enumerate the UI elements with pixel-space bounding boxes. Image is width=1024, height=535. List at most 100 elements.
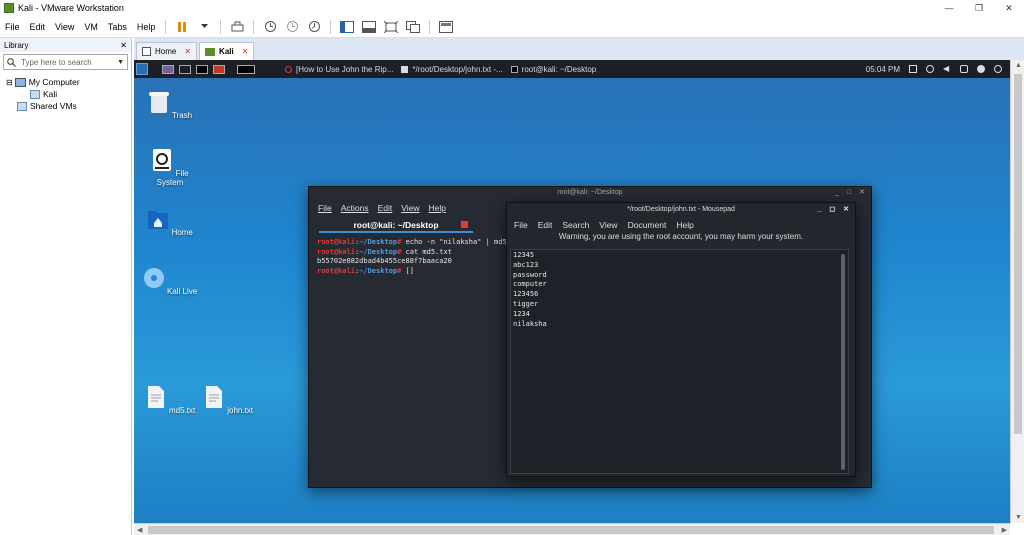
snapshot-manager-icon[interactable]	[307, 20, 321, 34]
scroll-right-icon[interactable]: ▶	[1002, 526, 1007, 534]
snapshot-icon[interactable]	[263, 20, 277, 34]
terminal-menu-actions[interactable]: Actions	[341, 203, 369, 213]
desktop-icon-home[interactable]: Home	[140, 207, 200, 237]
scroll-down-icon[interactable]: ▼	[1015, 514, 1022, 521]
text-line: 12345	[513, 251, 535, 259]
revert-snapshot-icon[interactable]	[285, 20, 299, 34]
mousepad-maximize-button[interactable]: ◻	[829, 203, 835, 217]
mousepad-minimize-button[interactable]: _	[817, 203, 821, 217]
scroll-up-icon[interactable]: ▲	[1015, 62, 1022, 69]
mousepad-menu-document[interactable]: Document	[628, 220, 667, 230]
mousepad-menu-search[interactable]: Search	[562, 220, 589, 230]
maximize-button[interactable]: ❐	[964, 0, 994, 16]
terminal-menu-help[interactable]: Help	[429, 203, 446, 213]
tree-item-shared-vms[interactable]: Shared VMs	[0, 100, 131, 112]
menu-view[interactable]: View	[50, 22, 79, 32]
desktop-icon-md5-txt[interactable]: md5.txt	[140, 385, 200, 415]
text-line: password	[513, 270, 547, 279]
pause-icon[interactable]	[175, 20, 189, 34]
tree-item-kali[interactable]: Kali	[0, 88, 131, 100]
desktop-icon-file-system[interactable]: File System	[140, 148, 200, 187]
vertical-scrollbar[interactable]: ▲ ▼	[1010, 60, 1024, 523]
settings-icon[interactable]	[977, 65, 985, 73]
scroll-left-icon[interactable]: ◀	[137, 526, 142, 534]
close-button[interactable]: ✕	[994, 0, 1024, 16]
terminal-menu-file[interactable]: File	[318, 203, 332, 213]
collapse-icon[interactable]: ⊟	[6, 78, 13, 87]
terminal-titlebar: root@kali: ~/Desktop _ □ ✕	[309, 187, 871, 199]
desktop-icon-kali-live[interactable]: Kali Live	[140, 266, 200, 296]
desktop-icon-john-txt[interactable]: john.txt	[198, 385, 258, 415]
search-icon	[7, 57, 16, 67]
terminal-menu-edit[interactable]: Edit	[378, 203, 393, 213]
tab-kali-label: Kali	[219, 47, 234, 56]
terminal-close-button[interactable]: ✕	[859, 187, 865, 199]
terminal-menu-view[interactable]: View	[401, 203, 419, 213]
tab-home-label: Home	[155, 47, 177, 56]
menu-file[interactable]: File	[0, 22, 25, 32]
mousepad-text-area[interactable]: 12345 abc123 password computer 123456 ti…	[510, 249, 849, 474]
vm-icon	[30, 89, 40, 99]
mousepad-menu-edit[interactable]: Edit	[538, 220, 553, 230]
taskbar-item-terminal[interactable]: root@kali: ~/Desktop	[510, 65, 596, 74]
terminal-launcher-icon[interactable]	[196, 64, 208, 74]
taskbar-item-mousepad[interactable]: */root/Desktop/john.txt -...	[401, 65, 503, 74]
trash-icon	[148, 92, 169, 113]
horizontal-scroll-thumb[interactable]	[148, 525, 994, 534]
library-close-button[interactable]: ✕	[120, 41, 127, 50]
lock-icon[interactable]	[960, 65, 968, 73]
menu-help[interactable]: Help	[132, 22, 161, 32]
mousepad-menu-file[interactable]: File	[514, 220, 528, 230]
console-view-icon[interactable]	[439, 20, 454, 34]
kali-menu-icon[interactable]	[136, 63, 148, 75]
menu-tabs[interactable]: Tabs	[103, 22, 132, 32]
vertical-scroll-thumb[interactable]	[1014, 74, 1022, 434]
mousepad-menu-view[interactable]: View	[599, 220, 617, 230]
terminal-tab[interactable]: root@kali: ~/Desktop	[319, 219, 473, 233]
power-icon[interactable]	[994, 65, 1002, 73]
tree-label-my-computer: My Computer	[28, 77, 80, 87]
notification-icon[interactable]	[926, 65, 934, 73]
volume-icon[interactable]: ◀	[943, 65, 951, 73]
chevron-down-icon[interactable]: ▼	[117, 59, 124, 66]
thumbnail-bar-icon[interactable]	[362, 20, 377, 34]
text-line: 123456	[513, 290, 539, 299]
text-line: computer	[513, 280, 547, 289]
workspace-switcher-icon[interactable]	[237, 64, 255, 74]
mousepad-close-button[interactable]: ✕	[843, 203, 849, 217]
browser-icon[interactable]	[213, 64, 225, 74]
fullscreen-icon[interactable]	[384, 20, 399, 34]
tree-item-my-computer[interactable]: ⊟ My Computer	[0, 76, 131, 88]
terminal-minimize-button[interactable]: _	[835, 187, 839, 199]
send-ctrl-alt-del-icon[interactable]	[230, 20, 244, 34]
library-header: Library ✕	[0, 38, 131, 52]
drive-icon	[153, 149, 172, 171]
title-bar: Kali - VMware Workstation — ❐ ✕	[0, 0, 1024, 16]
tab-home-close-button[interactable]: ✕	[184, 47, 191, 56]
shared-vms-icon	[17, 101, 27, 111]
file-manager-icon[interactable]	[179, 64, 191, 74]
tab-kali-close-button[interactable]: ✕	[242, 47, 249, 56]
minimize-button[interactable]: —	[934, 0, 964, 16]
unity-icon[interactable]	[406, 20, 421, 34]
search-placeholder: Type here to search	[21, 57, 92, 67]
display-icon[interactable]	[909, 65, 917, 73]
mousepad-window[interactable]: */root/Desktop/john.txt - Mousepad _ ◻ ✕…	[506, 202, 856, 477]
desktop-icon-trash[interactable]: Trash	[140, 90, 200, 120]
menu-edit[interactable]: Edit	[25, 22, 51, 32]
terminal-maximize-button[interactable]: □	[847, 187, 851, 199]
horizontal-scrollbar[interactable]: ◀ ▶	[134, 523, 1010, 535]
chevron-down-icon[interactable]	[197, 20, 211, 34]
taskbar-item-browser[interactable]: [How to Use John the Rip...	[285, 65, 393, 74]
vm-console[interactable]: [How to Use John the Rip... */root/Deskt…	[134, 60, 1010, 523]
mousepad-menu-help[interactable]: Help	[676, 220, 693, 230]
mousepad-scrollbar[interactable]	[841, 254, 845, 470]
menu-vm[interactable]: VM	[79, 22, 103, 32]
terminal-tab-close-icon[interactable]	[461, 221, 468, 228]
clock[interactable]: 05:04 PM	[866, 65, 900, 74]
show-library-icon[interactable]	[340, 20, 355, 34]
tab-home[interactable]: Home ✕	[136, 42, 198, 60]
workspace-icon[interactable]	[162, 64, 174, 74]
tab-kali[interactable]: Kali ✕	[199, 42, 255, 60]
library-search-input[interactable]: Type here to search ▼	[3, 54, 128, 70]
